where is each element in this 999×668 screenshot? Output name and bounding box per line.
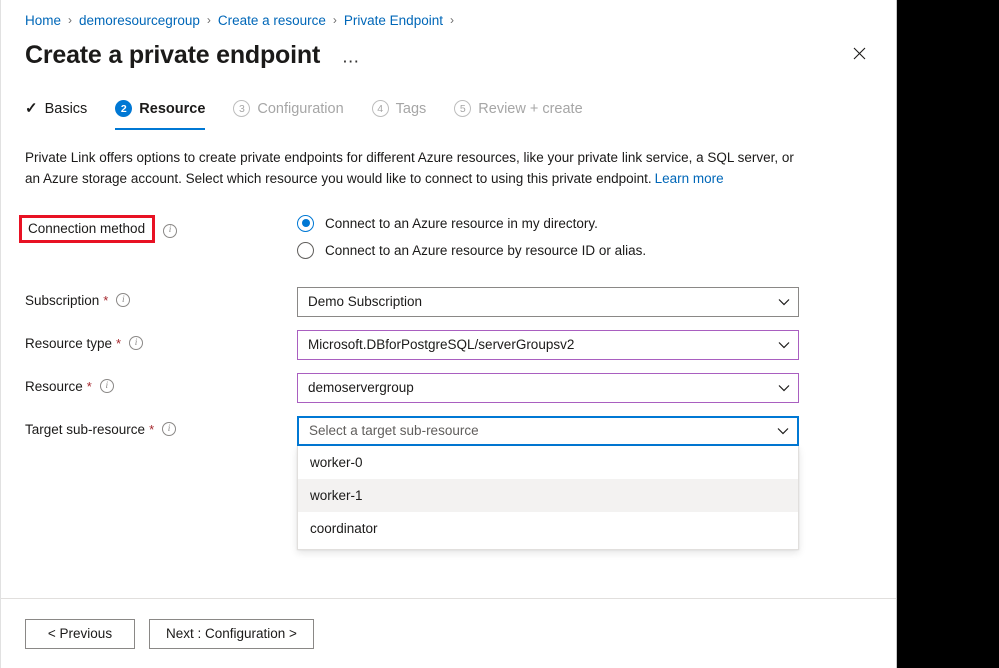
info-icon[interactable]: i [162,422,176,436]
connection-method-label-group: Connection method i [25,213,297,243]
radio-indicator [297,242,314,259]
target-sub-resource-dropdown[interactable]: Select a target sub-resource [297,416,799,446]
tab-tags[interactable]: 4 Tags [372,96,427,130]
subscription-label-group: Subscription * i [25,287,297,308]
form-row-resource: Resource * i demoservergroup [25,373,872,403]
resource-dropdown[interactable]: demoservergroup [297,373,799,403]
tab-resource[interactable]: 2 Resource [115,96,205,130]
tab-configuration[interactable]: 3 Configuration [233,96,343,130]
chevron-down-icon [777,427,789,435]
title-row: Create a private endpoint ⋯ [1,30,896,76]
target-sub-resource-wrap: Select a target sub-resource worker-0 wo… [297,416,799,446]
breadcrumb-separator: › [207,14,211,26]
learn-more-link[interactable]: Learn more [655,171,724,186]
resource-label-group: Resource * i [25,373,297,394]
next-configuration-button[interactable]: Next : Configuration > [149,619,314,649]
radio-label: Connect to an Azure resource in my direc… [325,216,598,231]
breadcrumb-separator: › [333,14,337,26]
dropdown-option-worker-1[interactable]: worker-1 [298,479,798,512]
tab-label: Configuration [257,101,343,117]
tab-label: Tags [396,101,427,117]
annotation-box-connection-method: Connection method [19,215,155,243]
previous-button[interactable]: < Previous [25,619,135,649]
page-title: Create a private endpoint [25,42,320,70]
step-number-badge: 2 [115,100,132,117]
radio-label: Connect to an Azure resource by resource… [325,243,646,258]
info-icon[interactable]: i [163,224,177,238]
radio-connect-in-directory[interactable]: Connect to an Azure resource in my direc… [297,215,646,232]
resource-form: Connection method i Connect to an Azure … [25,213,872,446]
wizard-steps: ✓ Basics 2 Resource 3 Configuration 4 Ta… [1,96,896,132]
chevron-down-icon [778,384,790,392]
close-icon[interactable] [844,38,874,68]
chevron-down-icon [778,298,790,306]
wizard-footer: < Previous Next : Configuration > [1,598,896,668]
form-row-subscription: Subscription * i Demo Subscription [25,287,872,317]
breadcrumb-separator: › [450,14,454,26]
subscription-dropdown[interactable]: Demo Subscription [297,287,799,317]
form-row-connection-method: Connection method i Connect to an Azure … [25,213,872,269]
more-options-icon[interactable]: ⋯ [336,55,366,69]
info-icon[interactable]: i [116,293,130,307]
required-asterisk: * [149,422,154,437]
target-sub-resource-placeholder: Select a target sub-resource [309,423,479,438]
breadcrumb-item-create-a-resource[interactable]: Create a resource [218,13,326,28]
connection-method-radio-group: Connect to an Azure resource in my direc… [297,213,646,269]
step-number-badge: 4 [372,100,389,117]
tab-review-create[interactable]: 5 Review + create [454,96,582,130]
description-text: Private Link offers options to create pr… [25,148,800,190]
step-number-badge: 3 [233,100,250,117]
dropdown-option-worker-0[interactable]: worker-0 [298,446,798,479]
resource-value: demoservergroup [308,380,414,395]
target-sub-resource-label: Target sub-resource [25,422,145,437]
info-icon[interactable]: i [100,379,114,393]
breadcrumb-item-home[interactable]: Home [25,13,61,28]
resource-label: Resource [25,379,83,394]
required-asterisk: * [103,293,108,308]
breadcrumb-item-resource-group[interactable]: demoresourcegroup [79,13,200,28]
check-icon: ✓ [25,101,38,116]
resource-type-label: Resource type [25,336,112,351]
tab-label: Review + create [478,101,582,117]
main-content: Private Link offers options to create pr… [1,132,896,598]
chevron-down-icon [778,341,790,349]
form-row-resource-type: Resource type * i Microsoft.DBforPostgre… [25,330,872,360]
subscription-label: Subscription [25,293,99,308]
radio-dot [302,219,310,227]
tab-label: Resource [139,101,205,117]
breadcrumb-separator: › [68,14,72,26]
radio-connect-by-resource-id[interactable]: Connect to an Azure resource by resource… [297,242,646,259]
required-asterisk: * [87,379,92,394]
dropdown-option-coordinator[interactable]: coordinator [298,512,798,545]
breadcrumb-item-private-endpoint[interactable]: Private Endpoint [344,13,443,28]
target-sub-resource-label-group: Target sub-resource * i [25,416,297,437]
radio-indicator [297,215,314,232]
form-row-target-sub-resource: Target sub-resource * i Select a target … [25,416,872,446]
resource-type-label-group: Resource type * i [25,330,297,351]
tab-basics[interactable]: ✓ Basics [25,96,87,130]
breadcrumb: Home › demoresourcegroup › Create a reso… [1,0,896,30]
step-number-badge: 5 [454,100,471,117]
tab-label: Basics [45,101,88,117]
resource-type-dropdown[interactable]: Microsoft.DBforPostgreSQL/serverGroupsv2 [297,330,799,360]
resource-type-value: Microsoft.DBforPostgreSQL/serverGroupsv2 [308,337,574,352]
create-private-endpoint-blade: Home › demoresourcegroup › Create a reso… [0,0,897,668]
connection-method-label: Connection method [28,221,145,236]
target-sub-resource-option-list: worker-0 worker-1 coordinator [297,446,799,550]
required-asterisk: * [116,336,121,351]
subscription-value: Demo Subscription [308,294,422,309]
info-icon[interactable]: i [129,336,143,350]
